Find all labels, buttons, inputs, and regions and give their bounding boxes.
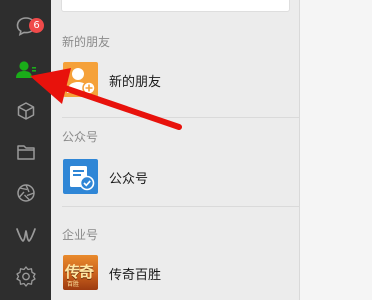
list-item-label: 公众号 <box>109 172 149 187</box>
section-header-official-accounts: 公众号 <box>62 130 99 144</box>
section-header-new-friends: 新的朋友 <box>62 35 111 49</box>
nav-settings[interactable] <box>0 256 51 296</box>
nav-mini-programs[interactable] <box>0 215 51 255</box>
list-item-new-friends[interactable]: 新的朋友 <box>51 62 299 112</box>
nav-rail: 6 <box>0 0 51 300</box>
nav-files[interactable] <box>0 132 51 172</box>
contacts-icon <box>15 61 36 78</box>
nav-contacts[interactable] <box>0 50 51 90</box>
list-item-official-accounts[interactable]: 公众号 <box>51 159 299 209</box>
nav-moments[interactable] <box>0 173 51 213</box>
nav-favorites[interactable] <box>0 91 51 131</box>
unread-badge: 6 <box>29 18 44 33</box>
moments-aperture-icon <box>16 184 35 202</box>
files-folder-icon <box>16 145 35 160</box>
search-box-edge[interactable] <box>61 0 290 12</box>
list-item-enterprise-game[interactable]: 传奇 百胜 传奇百胜 <box>51 255 299 300</box>
official-accounts-avatar <box>63 159 98 194</box>
list-item-label: 新的朋友 <box>109 75 162 90</box>
nav-chat[interactable]: 6 <box>0 6 51 46</box>
mini-programs-icon <box>15 228 36 242</box>
contacts-panel: 新的朋友 新的朋友 公众号 公众号 企业号 传奇 百胜 传奇百胜 <box>51 0 300 300</box>
list-item-label: 传奇百胜 <box>109 268 162 283</box>
new-friend-avatar <box>63 62 98 97</box>
settings-gear-icon <box>15 266 36 287</box>
section-header-enterprise: 企业号 <box>62 228 99 242</box>
section-divider <box>62 117 299 118</box>
section-divider <box>62 206 299 207</box>
chat-area <box>300 0 372 300</box>
game-avatar: 传奇 百胜 <box>63 255 98 290</box>
favorites-cube-icon <box>17 102 34 120</box>
